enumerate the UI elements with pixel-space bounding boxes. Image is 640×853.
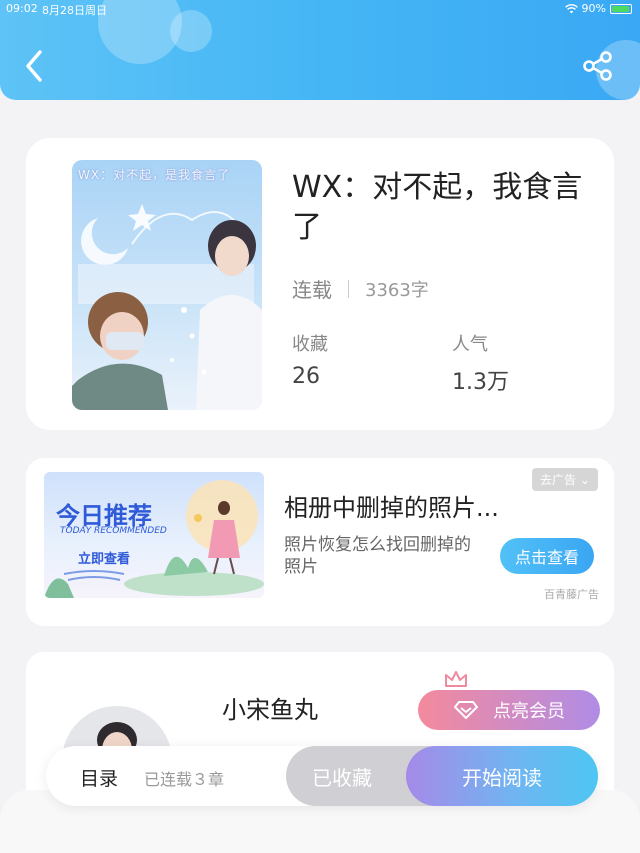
start-reading-button[interactable]: 开始阅读	[406, 746, 598, 806]
vip-button[interactable]: 点亮会员	[418, 690, 600, 730]
book-info-card: WX：对不起，是我食言了 WX：对不起，我食言了 连载 3363字 收藏 26	[26, 138, 614, 430]
ad-description: 照片恢复怎么找回删掉的照片	[284, 535, 471, 577]
ad-card[interactable]: 今日推荐 TODAY RECOMMENDED 立即查看 去广告 ⌄ 相册中删掉的…	[26, 458, 614, 626]
ad-image-cta: 立即查看	[78, 552, 131, 567]
divider	[348, 279, 349, 298]
remove-ad-button[interactable]: 去广告 ⌄	[532, 468, 598, 491]
popularity-stat: 人气 1.3万	[452, 330, 509, 396]
chevron-down-icon: ⌄	[579, 473, 590, 487]
popularity-label: 人气	[452, 334, 488, 355]
favorites-stat: 收藏 26	[292, 330, 328, 389]
wifi-icon	[564, 3, 578, 13]
word-count: 3363字	[365, 279, 429, 301]
author-name[interactable]: 小宋鱼丸	[222, 690, 318, 725]
ad-title[interactable]: 相册中删掉的照片...	[284, 488, 499, 523]
chevron-left-icon	[26, 50, 42, 82]
ad-view-button[interactable]: 点击查看	[500, 538, 594, 574]
table-of-contents-button[interactable]: 目录	[80, 764, 118, 791]
ad-source: 百青藤广告	[544, 588, 599, 601]
ad-image-subtitle: TODAY RECOMMENDED	[60, 526, 167, 536]
crown-icon	[445, 671, 467, 687]
chapter-count[interactable]: 已连载３章	[144, 766, 224, 790]
battery-icon	[610, 3, 632, 14]
cover-illustration	[72, 204, 262, 410]
popularity-value: 1.3万	[452, 370, 509, 395]
remove-ad-label: 去广告	[540, 473, 577, 487]
battery-percent: 90%	[581, 2, 606, 15]
diamond-icon	[454, 701, 478, 719]
back-button[interactable]	[20, 48, 50, 84]
share-icon	[583, 51, 612, 81]
status-bar: 09:02 8月28日周日 90%	[0, 0, 640, 18]
favorites-label: 收藏	[292, 334, 328, 355]
start-reading-label: 开始阅读	[462, 765, 542, 790]
book-status: 连载	[292, 278, 332, 302]
status-time: 09:02	[6, 2, 38, 15]
bottom-action-bar: 目录 已连载３章 已收藏 开始阅读	[46, 746, 598, 806]
book-title: WX：对不起，我食言了	[292, 170, 583, 245]
book-cover[interactable]: WX：对不起，是我食言了	[72, 160, 262, 410]
status-date: 8月28日周日	[42, 4, 107, 17]
ad-image[interactable]: 今日推荐 TODAY RECOMMENDED 立即查看	[44, 472, 264, 598]
favorites-value: 26	[292, 364, 320, 389]
share-button[interactable]	[580, 48, 616, 84]
top-header: 09:02 8月28日周日 90%	[0, 0, 640, 100]
book-meta: 连载 3363字	[292, 274, 429, 303]
status-right: 90%	[564, 2, 632, 15]
favorite-label: 已收藏	[312, 765, 372, 790]
vip-label: 点亮会员	[493, 701, 565, 722]
